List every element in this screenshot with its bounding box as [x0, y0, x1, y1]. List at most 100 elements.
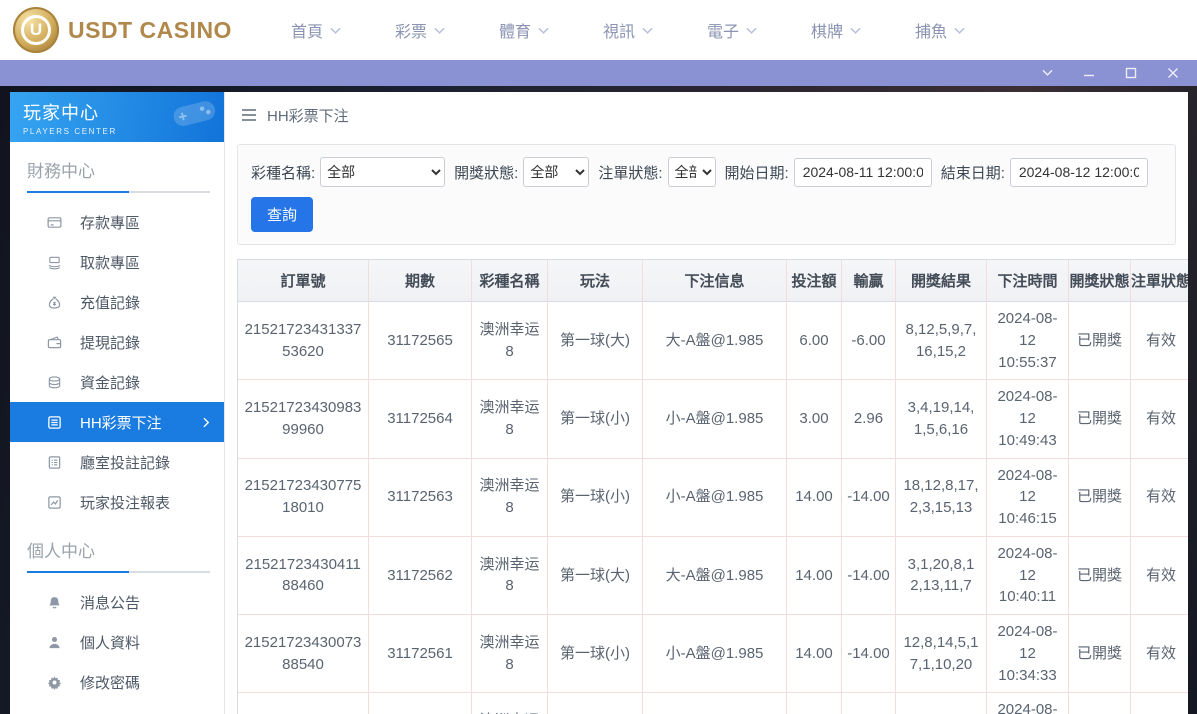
sidebar-section-title: 財務中心	[10, 142, 224, 191]
cell-lottery-name: 澳洲幸运8	[472, 615, 548, 693]
cell-order-status: 有效	[1131, 693, 1188, 714]
chevron-down-icon	[642, 27, 653, 35]
chevron-down-icon	[538, 27, 549, 35]
sidebar-item-label: 修改密碼	[80, 672, 140, 693]
nav-item-6[interactable]: 捕魚	[888, 18, 992, 42]
cell-order-no: 2152172343133753620	[238, 302, 369, 380]
col-header-play-type: 玩法	[548, 260, 643, 302]
section-underline	[27, 191, 210, 193]
funds-icon	[47, 374, 63, 390]
cell-draw-status: 已開獎	[1069, 537, 1131, 615]
draw-status-select[interactable]: 全部	[523, 157, 589, 187]
sidebar-item-wallet[interactable]: 提現記錄	[10, 322, 224, 362]
withdraw-hand-icon	[47, 254, 63, 270]
order-status-label: 注單狀態:	[598, 162, 662, 183]
cell-draw-status: 已開獎	[1069, 380, 1131, 458]
sidebar-item-gear[interactable]: 修改密碼	[10, 662, 224, 702]
nav-item-4[interactable]: 電子	[680, 18, 784, 42]
col-header-bet-time: 下注時間	[987, 260, 1069, 302]
cell-period: 31172562	[369, 537, 472, 615]
chevron-down-icon	[434, 27, 445, 35]
nav-item-label: 電子	[707, 18, 739, 42]
table-row: 215217234300738854031172561澳洲幸运8第一球(小)小-…	[238, 615, 1188, 693]
cell-bet-time: 2024-08-12 10:20:25	[987, 693, 1069, 714]
nav-item-label: 捕魚	[915, 18, 947, 42]
end-date-input[interactable]	[1010, 158, 1148, 187]
main-nav: 首頁 彩票體育視訊 電子 棋牌 捕魚	[264, 18, 992, 42]
nav-item-5[interactable]: 棋牌	[784, 18, 888, 42]
col-header-lottery-name: 彩種名稱	[472, 260, 548, 302]
cell-order-status: 有效	[1131, 380, 1188, 458]
deposit-card-icon	[47, 214, 63, 230]
sidebar-item-bell[interactable]: 消息公告	[10, 582, 224, 622]
nav-item-1[interactable]: 彩票	[368, 18, 472, 42]
sidebar-item-label: 提現記錄	[80, 332, 140, 353]
sidebar-item-funds[interactable]: 資金記錄	[10, 362, 224, 402]
moneybag-icon	[47, 294, 63, 310]
col-header-bet-info: 下注信息	[643, 260, 787, 302]
window-chevron-down-icon[interactable]	[1042, 69, 1053, 77]
sidebar-item-deposit-card[interactable]: 存款專區	[10, 202, 224, 242]
bell-icon	[47, 594, 63, 610]
window-content: 玩家中心 PLAYERS CENTER 財務中心存款專區取款專區充值記錄提現記錄…	[10, 92, 1188, 714]
cell-draw-status: 已開獎	[1069, 693, 1131, 714]
sidebar-item-moneybag[interactable]: 充值記錄	[10, 282, 224, 322]
lottery-name-label: 彩種名稱:	[251, 162, 315, 183]
sidebar-item-withdraw-hand[interactable]: 取款專區	[10, 242, 224, 282]
order-status-select[interactable]: 全部	[668, 157, 716, 187]
sidebar-item-report-chart[interactable]: 玩家投注報表	[10, 482, 224, 522]
search-button[interactable]: 查詢	[251, 197, 313, 232]
cell-bet-amount: 14.00	[787, 615, 842, 693]
sidebar-item-clipboard-list[interactable]: 廳室投註記錄	[10, 442, 224, 482]
draw-status-label: 開獎狀態:	[454, 162, 518, 183]
cell-order-status: 有效	[1131, 537, 1188, 615]
person-icon	[47, 634, 63, 650]
col-header-order-no: 訂單號	[238, 260, 369, 302]
cell-win-loss: -6.00	[842, 302, 896, 380]
cell-draw-result: 3,4,19,14,1,5,6,16	[896, 380, 987, 458]
cell-bet-info: 小-A盤@1.985	[643, 615, 787, 693]
list-doc-icon	[47, 414, 63, 430]
table-row: 215217234304118846031172562澳洲幸运8第一球(大)大-…	[238, 537, 1188, 615]
lottery-name-select[interactable]: 全部	[320, 157, 445, 187]
col-header-period: 期數	[369, 260, 472, 302]
sidebar-item-list-doc[interactable]: HH彩票下注	[10, 402, 224, 442]
cell-win-loss: -14.00	[842, 459, 896, 537]
report-chart-icon	[47, 494, 63, 510]
nav-item-3[interactable]: 視訊	[576, 18, 680, 42]
window-maximize-icon[interactable]	[1125, 67, 1137, 79]
sidebar-item-person[interactable]: 個人資料	[10, 622, 224, 662]
cell-draw-result: 18,12,8,17,2,3,15,13	[896, 459, 987, 537]
nav-item-2[interactable]: 體育	[472, 18, 576, 42]
col-header-win-loss: 輸贏	[842, 260, 896, 302]
window-close-icon[interactable]	[1167, 67, 1179, 79]
cell-play-type: 第一球(小)	[548, 459, 643, 537]
hamburger-menu-icon[interactable]	[241, 108, 257, 122]
top-nav-bar: U USDT CASINO 首頁彩票體育視訊電子棋牌捕魚	[0, 0, 1197, 60]
cell-bet-amount: 14.00	[787, 693, 842, 714]
cell-play-type: 第一球(小)	[548, 380, 643, 458]
cell-draw-result: 7,19,20,4,16,5,18,17	[896, 693, 987, 714]
col-header-order-status: 注單狀態	[1131, 260, 1188, 302]
cell-bet-time: 2024-08-12 10:55:37	[987, 302, 1069, 380]
table-row: 215217234292258631031172558澳洲幸运8第一球(小)小-…	[238, 693, 1188, 714]
start-date-label: 開始日期:	[725, 162, 789, 183]
cell-bet-info: 小-A盤@1.985	[643, 380, 787, 458]
window-minimize-icon[interactable]	[1083, 67, 1095, 79]
sidebar-item-label: HH彩票下注	[80, 412, 162, 433]
nav-item-0[interactable]: 首頁	[264, 18, 368, 42]
wallet-icon	[47, 334, 63, 350]
cell-play-type: 第一球(小)	[548, 615, 643, 693]
table-row: 215217234307751801031172563澳洲幸运8第一球(小)小-…	[238, 459, 1188, 537]
cell-period: 31172558	[369, 693, 472, 714]
sidebar-header: 玩家中心 PLAYERS CENTER	[10, 92, 224, 142]
col-header-draw-status: 開獎狀態	[1069, 260, 1131, 302]
main-content: HH彩票下注 彩種名稱: 全部 開獎狀態: 全部 注單狀態: 全部	[225, 92, 1188, 714]
cell-lottery-name: 澳洲幸运8	[472, 537, 548, 615]
start-date-input[interactable]	[794, 158, 932, 187]
cell-bet-amount: 6.00	[787, 302, 842, 380]
cell-lottery-name: 澳洲幸运8	[472, 380, 548, 458]
cell-bet-info: 小-A盤@1.985	[643, 693, 787, 714]
nav-item-label: 首頁	[291, 18, 323, 42]
cell-bet-amount: 14.00	[787, 459, 842, 537]
